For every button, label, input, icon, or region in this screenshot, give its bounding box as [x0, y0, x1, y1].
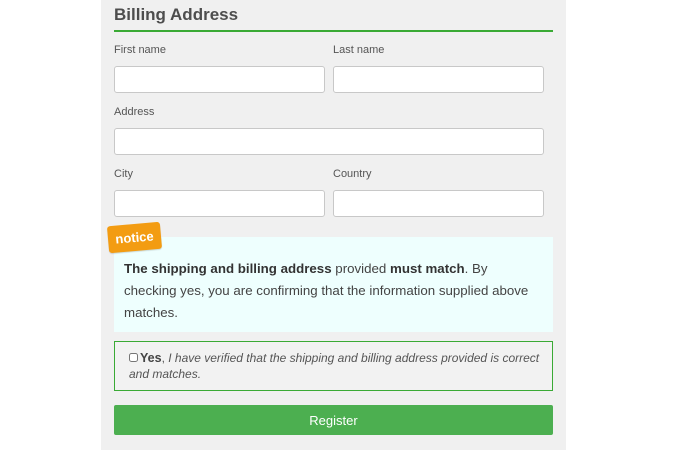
- country-input[interactable]: [333, 190, 544, 217]
- country-label: Country: [333, 168, 372, 180]
- last-name-input[interactable]: [333, 66, 544, 93]
- verify-statement: I have verified that the shipping and bi…: [129, 351, 540, 381]
- register-button[interactable]: Register: [114, 405, 553, 435]
- address-label: Address: [114, 106, 155, 118]
- verify-checkbox[interactable]: [129, 353, 138, 362]
- yes-label: Yes: [140, 351, 162, 365]
- notice-box: The shipping and billing address provide…: [114, 237, 553, 332]
- notice-text-1: provided: [331, 261, 391, 276]
- first-name-label: First name: [114, 44, 166, 56]
- notice-bold-2: must match: [390, 261, 465, 276]
- confirm-box: Yes, I have verified that the shipping a…: [114, 341, 553, 391]
- address-input[interactable]: [114, 128, 544, 155]
- city-input[interactable]: [114, 190, 325, 217]
- title-divider: [114, 30, 553, 32]
- last-name-label: Last name: [333, 44, 385, 56]
- city-label: City: [114, 168, 133, 180]
- first-name-input[interactable]: [114, 66, 325, 93]
- notice-bold-1: The shipping and billing address: [124, 261, 332, 276]
- notice-badge: notice: [106, 221, 163, 254]
- section-title: Billing Address: [114, 5, 239, 24]
